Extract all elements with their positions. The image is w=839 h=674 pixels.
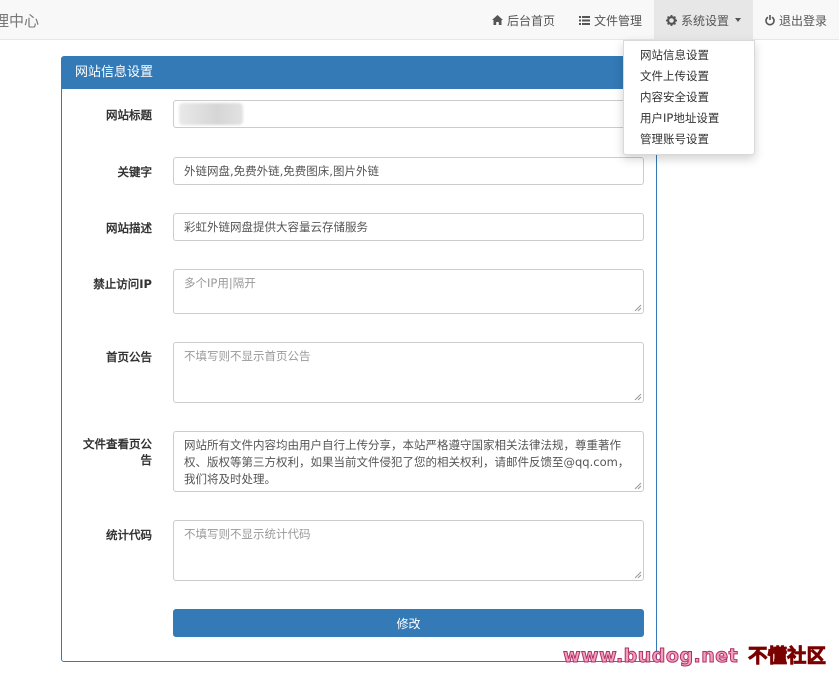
field-label: 禁止访问IP <box>93 277 152 291</box>
stats-code-textarea[interactable]: 不填写则不显示统计代码 <box>173 520 644 581</box>
nav-files-label: 文件管理 <box>593 13 642 28</box>
redacted-value <box>179 103 243 125</box>
dropdown-item-content-security[interactable]: 内容安全设置 <box>624 87 754 108</box>
nav-files[interactable]: 文件管理 <box>567 0 654 40</box>
field-label: 首页公告 <box>106 350 152 364</box>
stats-code-placeholder: 不填写则不显示统计代码 <box>184 527 311 541</box>
panel-title: 网站信息设置 <box>62 57 656 89</box>
nav-system-settings[interactable]: 系统设置 <box>653 0 753 40</box>
nav-system-settings-label: 系统设置 <box>680 13 729 28</box>
home-notice-placeholder: 不填写则不显示首页公告 <box>184 349 311 363</box>
banned-ip-placeholder: 多个IP用|隔开 <box>184 276 256 290</box>
system-settings-dropdown: 网站信息设置 文件上传设置 内容安全设置 用户IP地址设置 管理账号设置 <box>623 40 755 155</box>
description-input[interactable]: 彩虹外链网盘提供大容量云存储服务 <box>173 213 644 241</box>
watermark: www.budog.net 不懂社区 <box>562 641 827 668</box>
site-title-input[interactable] <box>173 100 644 128</box>
dropdown-item-site-info[interactable]: 网站信息设置 <box>624 45 754 66</box>
resize-grip-icon[interactable] <box>634 482 642 490</box>
nav-home[interactable]: 后台首页 <box>480 0 567 40</box>
power-icon <box>765 14 775 25</box>
resize-grip-icon[interactable] <box>634 393 642 401</box>
watermark-name: 不懂社区 <box>748 645 827 668</box>
nav-logout-label: 退出登录 <box>778 13 827 28</box>
field-label: 关键字 <box>117 165 153 179</box>
field-label: 网站描述 <box>106 221 152 235</box>
file-page-notice-value: 网站所有文件内容均由用户自行上传分享，本站严格遵守国家相关法律法规，尊重著作权、… <box>184 438 630 486</box>
keywords-input[interactable]: 外链网盘,免费外链,免费图床,图片外链 <box>173 157 644 185</box>
banned-ip-textarea[interactable]: 多个IP用|隔开 <box>173 269 644 314</box>
site-info-panel: 网站信息设置 网站标题 关键字 外链网盘,免费外链,免费图床,图片外链 网站描述… <box>61 56 657 662</box>
nav-menu: 后台首页 文件管理 系统设置 退出登录 <box>480 0 839 40</box>
dropdown-item-admin-account[interactable]: 管理账号设置 <box>624 129 754 150</box>
watermark-site: www.budog.net <box>562 645 739 668</box>
field-label: 网站标题 <box>106 108 152 122</box>
caret-down-icon <box>734 18 741 22</box>
nav-home-label: 后台首页 <box>506 13 555 28</box>
brand-title[interactable]: 理中心 <box>0 10 39 31</box>
home-icon <box>491 15 503 25</box>
top-navbar: 理中心 后台首页 文件管理 系统设置 退出登录 <box>0 0 839 40</box>
home-notice-textarea[interactable]: 不填写则不显示首页公告 <box>173 342 644 403</box>
file-page-notice-textarea[interactable]: 网站所有文件内容均由用户自行上传分享，本站严格遵守国家相关法律法规，尊重著作权、… <box>173 431 644 492</box>
description-value: 彩虹外链网盘提供大容量云存储服务 <box>184 220 368 234</box>
field-label: 文件查看页公告 <box>83 437 152 467</box>
resize-grip-icon[interactable] <box>634 304 642 312</box>
nav-logout[interactable]: 退出登录 <box>753 0 839 40</box>
dropdown-item-upload[interactable]: 文件上传设置 <box>624 66 754 87</box>
submit-button[interactable]: 修改 <box>173 609 644 637</box>
field-label: 统计代码 <box>106 528 152 542</box>
keywords-value: 外链网盘,免费外链,免费图床,图片外链 <box>184 164 379 178</box>
gear-icon <box>665 14 677 26</box>
dropdown-item-user-ip[interactable]: 用户IP地址设置 <box>624 108 754 129</box>
resize-grip-icon[interactable] <box>634 571 642 579</box>
list-icon <box>578 15 590 25</box>
